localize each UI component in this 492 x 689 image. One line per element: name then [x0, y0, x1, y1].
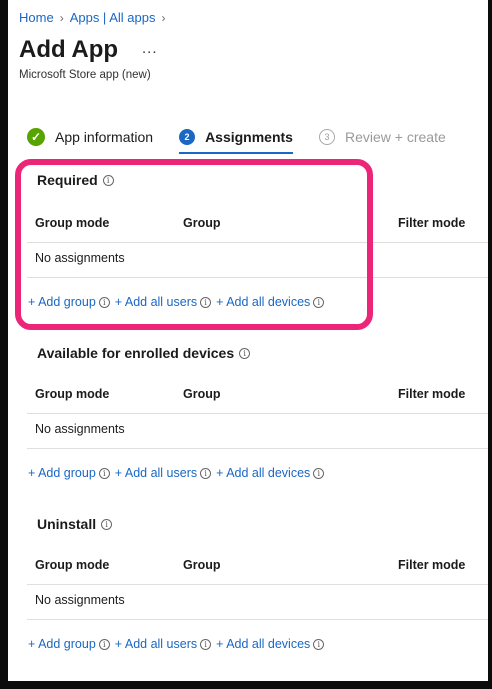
empty-message: No assignments — [35, 251, 125, 265]
link-text: + Add group — [28, 295, 96, 309]
column-filter-mode: Filter mode — [398, 558, 466, 572]
breadcrumb-apps[interactable]: Apps | All apps — [70, 10, 156, 25]
column-group-mode: Group mode — [35, 558, 110, 572]
table-header: Group mode Group Filter mode — [27, 549, 488, 585]
add-group-link[interactable]: + Add group i — [28, 295, 110, 309]
column-group: Group — [183, 558, 221, 572]
step-review-create[interactable]: 3 Review + create — [318, 129, 446, 145]
step-number: 2 — [179, 129, 196, 145]
info-icon[interactable]: i — [313, 638, 325, 650]
info-icon[interactable]: i — [200, 638, 212, 650]
step-app-information[interactable]: ✓ App information — [27, 128, 153, 146]
section-title-text: Required — [37, 172, 98, 188]
link-text: + Add all users — [114, 466, 198, 480]
section-required: Required i — [27, 172, 488, 188]
add-app-blade: Home › Apps | All apps › Add App ... Mic… — [8, 0, 488, 681]
required-actions: + Add group i + Add all users i + Add all … — [28, 295, 329, 309]
wizard-steps: ✓ App information 2 Assignments 3 Review… — [27, 128, 472, 154]
table-row: No assignments — [27, 585, 488, 620]
info-icon[interactable]: i — [102, 174, 114, 186]
info-icon[interactable]: i — [313, 296, 325, 308]
section-title-text: Uninstall — [37, 516, 97, 532]
breadcrumb: Home › Apps | All apps › — [19, 10, 171, 25]
section-uninstall: Uninstall i — [27, 516, 488, 532]
info-icon[interactable]: i — [101, 518, 113, 530]
link-text: + Add group — [28, 466, 96, 480]
chevron-right-icon: › — [161, 10, 166, 25]
page-subtitle: Microsoft Store app (new) — [19, 69, 151, 81]
section-title: Uninstall i — [37, 516, 488, 532]
uninstall-actions: + Add group i + Add all users i + Add all … — [28, 637, 329, 651]
add-all-devices-link[interactable]: + Add all devices i — [216, 466, 325, 480]
add-all-users-link[interactable]: + Add all users i — [114, 637, 212, 651]
required-table: Group mode Group Filter mode No assignme… — [27, 207, 488, 278]
step-assignments[interactable]: 2 Assignments — [179, 129, 293, 154]
section-title-text: Available for enrolled devices — [37, 345, 235, 361]
info-icon[interactable]: i — [98, 638, 110, 650]
column-filter-mode: Filter mode — [398, 387, 466, 401]
step-label: Assignments — [205, 129, 293, 145]
info-icon[interactable]: i — [239, 347, 251, 359]
info-icon[interactable]: i — [98, 296, 110, 308]
link-text: + Add all devices — [216, 466, 311, 480]
available-table: Group mode Group Filter mode No assignme… — [27, 378, 488, 449]
info-icon[interactable]: i — [200, 296, 212, 308]
section-available: Available for enrolled devices i — [27, 345, 488, 361]
info-icon[interactable]: i — [98, 467, 110, 479]
uninstall-table: Group mode Group Filter mode No assignme… — [27, 549, 488, 620]
link-text: + Add all devices — [216, 637, 311, 651]
info-icon[interactable]: i — [313, 467, 325, 479]
step-number: 3 — [318, 129, 335, 145]
table-row: No assignments — [27, 414, 488, 449]
table-row: No assignments — [27, 243, 488, 278]
link-text: + Add all devices — [216, 295, 311, 309]
column-group: Group — [183, 216, 221, 230]
add-group-link[interactable]: + Add group i — [28, 637, 110, 651]
link-text: + Add group — [28, 637, 96, 651]
step-label: App information — [55, 129, 154, 145]
link-text: + Add all users — [114, 637, 198, 651]
section-title: Required i — [37, 172, 488, 188]
checkmark-icon: ✓ — [27, 128, 45, 146]
empty-message: No assignments — [35, 422, 125, 436]
link-text: + Add all users — [114, 295, 198, 309]
table-header: Group mode Group Filter mode — [27, 207, 488, 243]
add-all-devices-link[interactable]: + Add all devices i — [216, 637, 325, 651]
column-group-mode: Group mode — [35, 216, 110, 230]
page-title: Add App — [19, 36, 119, 63]
info-icon[interactable]: i — [200, 467, 212, 479]
table-header: Group mode Group Filter mode — [27, 378, 488, 414]
column-group-mode: Group mode — [35, 387, 110, 401]
chevron-right-icon: › — [59, 10, 64, 25]
column-filter-mode: Filter mode — [398, 216, 466, 230]
available-actions: + Add group i + Add all users i + Add all … — [28, 466, 329, 480]
add-all-users-link[interactable]: + Add all users i — [114, 466, 212, 480]
add-group-link[interactable]: + Add group i — [28, 466, 110, 480]
add-all-devices-link[interactable]: + Add all devices i — [216, 295, 325, 309]
section-title: Available for enrolled devices i — [37, 345, 488, 361]
step-label: Review + create — [344, 129, 446, 145]
empty-message: No assignments — [35, 593, 125, 607]
column-group: Group — [183, 387, 221, 401]
breadcrumb-home[interactable]: Home — [19, 10, 54, 25]
more-options-button[interactable]: ... — [142, 40, 158, 57]
add-all-users-link[interactable]: + Add all users i — [114, 295, 212, 309]
